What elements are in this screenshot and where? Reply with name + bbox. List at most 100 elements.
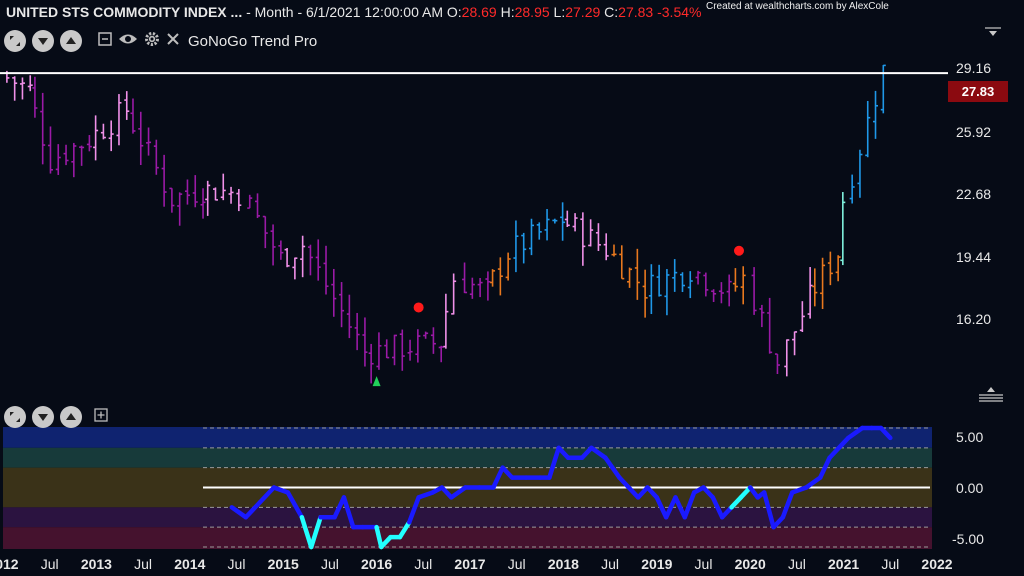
x-tick-label: Jul [508,556,526,572]
price-bar [679,272,685,293]
price-bar [116,94,122,146]
x-tick-label: 2020 [735,556,766,572]
price-bar [138,111,144,165]
chevron-up-icon[interactable] [60,30,82,52]
price-bar [376,332,382,370]
oscillator-chart[interactable] [0,405,1024,555]
price-bar [827,251,833,286]
price-bar [603,233,609,261]
chevron-up-icon[interactable] [60,406,82,428]
x-tick-label: Jul [414,556,432,572]
osc-zone [3,507,932,528]
price-bar [63,144,69,166]
price-chart[interactable] [0,0,1024,405]
y-tick-label: 29.16 [956,60,992,76]
x-tick-label: Jul [695,556,713,572]
price-bar [315,239,321,281]
close-icon[interactable] [166,32,180,50]
price-bar [346,294,352,339]
price-bar [865,100,871,158]
price-bar [93,115,99,161]
price-bar [278,240,284,260]
price-bar [247,194,253,209]
price-bar [477,278,483,298]
price-bar [505,252,511,281]
osc-zone [3,447,932,468]
x-tick-label: Jul [881,556,899,572]
y-tick-label: 25.92 [956,124,992,140]
price-bar [812,268,818,307]
price-bar [774,353,780,375]
oscillator-toolbar [4,406,108,428]
time-axis[interactable]: 2012 Jul 2013 Jul 2014 Jul 2015 Jul 2016 Jul 2017 J… [0,550,1024,576]
price-bar [192,175,198,208]
price-bar [27,75,33,92]
price-bar [100,123,106,140]
price-bar [284,247,290,268]
price-bar [642,269,648,318]
minimize-icon[interactable] [98,32,112,50]
price-bar [656,264,662,297]
price-bar [703,272,709,297]
price-bar [552,218,558,224]
main-toolbar: GoNoGo Trend Pro [4,30,317,52]
price-bar [451,273,457,315]
price-bar [392,334,398,366]
x-tick-label: 2021 [828,556,859,572]
x-tick-label: Jul [601,556,619,572]
x-tick-label: 2016 [361,556,392,572]
add-icon[interactable] [94,408,108,426]
chevron-down-icon[interactable] [32,30,54,52]
signal-dot [733,245,744,256]
price-bar [627,267,633,288]
x-tick-label: 2014 [174,556,205,572]
osc-tick-label: 5.00 [956,429,984,445]
indicator-name[interactable]: GoNoGo Trend Pro [188,33,317,50]
price-bar [462,262,468,294]
expand-icon[interactable] [4,30,26,52]
pane-divider-icon[interactable] [978,386,1004,402]
price-bar [536,222,542,240]
price-bar [726,274,732,307]
expand-icon[interactable] [4,406,26,428]
price-bar [521,232,527,264]
price-bar [161,154,167,207]
price-bar [490,269,496,287]
price-bar [807,267,813,319]
price-bar [47,126,53,174]
price-bar [664,269,670,316]
y-tick-label: 19.44 [956,249,992,265]
price-bar [384,339,390,359]
price-bar [40,92,46,165]
price-bar [146,127,152,156]
price-bar [12,76,18,101]
price-bar [784,339,790,377]
signal-triangle [372,376,381,387]
osc-zone [3,427,932,448]
price-bar [835,255,841,282]
price-bar [212,187,218,201]
scale-menu-icon[interactable] [984,26,1002,38]
price-bar [792,331,798,356]
x-tick-label: 2012 [0,556,19,572]
price-bar [407,339,413,361]
gear-icon[interactable] [144,31,160,51]
price-bar [695,270,701,285]
price-bar [840,192,846,266]
chevron-down-icon[interactable] [32,406,54,428]
eye-icon[interactable] [118,32,138,50]
x-tick-label: Jul [134,556,152,572]
price-bar [820,257,826,310]
price-bar [415,329,421,363]
price-bar [177,192,183,226]
x-tick-label: 2022 [921,556,952,572]
osc-zone [3,527,932,549]
price-bar [200,188,206,219]
x-tick-label: 2017 [454,556,485,572]
price-bar [270,224,276,266]
price-bar [108,120,114,152]
price-bar [323,245,329,295]
price-bar [544,209,550,241]
price-bar [205,180,211,216]
price-bar [79,145,85,166]
